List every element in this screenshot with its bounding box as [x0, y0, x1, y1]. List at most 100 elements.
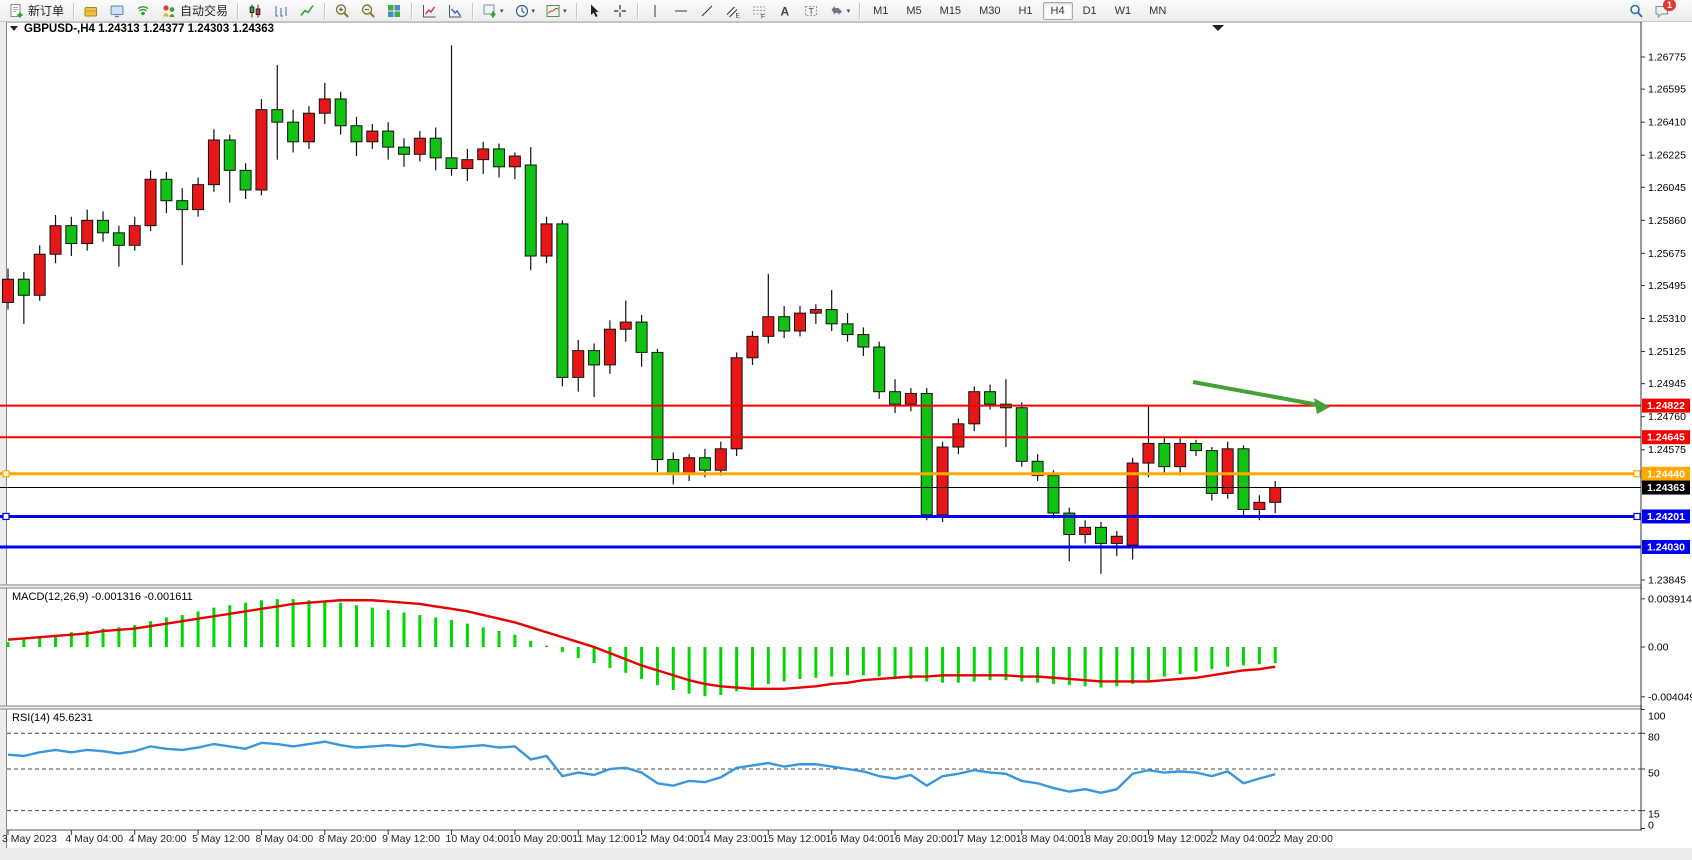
candle-body[interactable] — [193, 185, 204, 210]
timeframe-h1-button[interactable]: H1 — [1010, 2, 1040, 20]
candle-body[interactable] — [699, 458, 710, 470]
candle-body[interactable] — [145, 179, 156, 225]
new-order-button[interactable]: 新订单 — [5, 0, 68, 22]
candle-body[interactable] — [905, 393, 916, 404]
candle-body[interactable] — [1238, 449, 1249, 510]
fibonacci-tool-button[interactable]: F — [747, 0, 771, 22]
chevron-down-icon[interactable]: ▾ — [563, 7, 567, 15]
candle-body[interactable] — [224, 140, 235, 170]
candle-body[interactable] — [399, 147, 410, 154]
candle-body[interactable] — [1206, 451, 1217, 494]
chart-window[interactable]: 1.267751.265951.264101.262251.260451.258… — [0, 22, 1692, 860]
candle-body[interactable] — [1080, 527, 1091, 534]
candle-body[interactable] — [826, 310, 837, 324]
tile-windows-button[interactable] — [382, 0, 406, 22]
candle-body[interactable] — [1048, 476, 1059, 513]
candle-body[interactable] — [288, 122, 299, 142]
candle-body[interactable] — [82, 220, 93, 243]
candle-body[interactable] — [414, 138, 425, 154]
chevron-down-icon[interactable]: ▾ — [500, 7, 504, 15]
line-view-button[interactable] — [295, 0, 319, 22]
candle-body[interactable] — [604, 329, 615, 365]
templates-button[interactable]: ▾ — [541, 0, 571, 22]
candle-body[interactable] — [272, 110, 283, 122]
trendline-tool-button[interactable] — [695, 0, 719, 22]
timeframe-w1-button[interactable]: W1 — [1107, 2, 1140, 20]
candle-body[interactable] — [985, 392, 996, 404]
candle-body[interactable] — [921, 393, 932, 514]
candle-body[interactable] — [858, 335, 869, 347]
candle-body[interactable] — [129, 226, 140, 246]
line-handle[interactable] — [1634, 471, 1640, 477]
candle-body[interactable] — [1143, 443, 1154, 463]
periods-button[interactable]: ▾ — [510, 0, 540, 22]
candle-body[interactable] — [842, 324, 853, 335]
candle-body[interactable] — [50, 226, 61, 255]
candle-body[interactable] — [731, 358, 742, 449]
candle-body[interactable] — [462, 160, 473, 169]
candle-body[interactable] — [1159, 443, 1170, 466]
candle-body[interactable] — [573, 351, 584, 378]
candle-body[interactable] — [161, 179, 172, 200]
candle-view-button[interactable] — [243, 0, 267, 22]
candle-body[interactable] — [1222, 449, 1233, 494]
text-tool-button[interactable]: A — [773, 0, 797, 22]
hline-tool-button[interactable] — [669, 0, 693, 22]
candle-body[interactable] — [620, 322, 631, 329]
candle-body[interactable] — [256, 110, 267, 190]
candle-body[interactable] — [715, 449, 726, 470]
candle-body[interactable] — [636, 322, 647, 352]
candle-body[interactable] — [1254, 502, 1265, 509]
line-handle[interactable] — [3, 471, 9, 477]
line-handle[interactable] — [1634, 513, 1640, 519]
add-indicator-button[interactable]: ▾ — [478, 0, 508, 22]
candle-body[interactable] — [494, 149, 505, 167]
vline-tool-button[interactable] — [643, 0, 667, 22]
candle-body[interactable] — [541, 224, 552, 256]
channel-tool-button[interactable]: E — [721, 0, 745, 22]
candle-body[interactable] — [351, 126, 362, 142]
candle-body[interactable] — [763, 317, 774, 337]
label-tool-button[interactable]: T — [799, 0, 823, 22]
candle-body[interactable] — [177, 201, 188, 210]
candle-body[interactable] — [319, 99, 330, 113]
candle-body[interactable] — [18, 279, 29, 295]
chevron-down-icon[interactable]: ▾ — [847, 7, 851, 15]
line-handle[interactable] — [3, 513, 9, 519]
candle-body[interactable] — [1016, 408, 1027, 462]
candle-body[interactable] — [874, 347, 885, 392]
chart-window-up-button[interactable] — [417, 0, 441, 22]
candle-body[interactable] — [589, 351, 600, 365]
candle-body[interactable] — [953, 424, 964, 447]
chart-window-down-button[interactable] — [443, 0, 467, 22]
chevron-down-icon[interactable]: ▾ — [532, 7, 536, 15]
deposit-button[interactable] — [79, 0, 103, 22]
candle-body[interactable] — [1127, 463, 1138, 545]
candle-body[interactable] — [557, 224, 568, 378]
candle-body[interactable] — [98, 220, 109, 232]
candle-body[interactable] — [779, 317, 790, 331]
timeframe-d1-button[interactable]: D1 — [1075, 2, 1105, 20]
candle-body[interactable] — [1095, 527, 1106, 543]
candle-body[interactable] — [335, 99, 346, 126]
candle-body[interactable] — [208, 140, 219, 185]
crosshair-tool-button[interactable] — [608, 0, 632, 22]
candle-body[interactable] — [478, 149, 489, 160]
zoom-out-button[interactable] — [356, 0, 380, 22]
candle-body[interactable] — [383, 131, 394, 147]
candle-body[interactable] — [1270, 488, 1281, 503]
candle-body[interactable] — [684, 458, 695, 474]
candle-body[interactable] — [303, 113, 314, 142]
candle-body[interactable] — [810, 310, 821, 314]
candle-body[interactable] — [1191, 443, 1202, 450]
shapes-tool-button[interactable]: ▾ — [825, 0, 855, 22]
candle-body[interactable] — [34, 254, 45, 295]
timeframe-mn-button[interactable]: MN — [1141, 2, 1174, 20]
timeframe-h4-button[interactable]: H4 — [1043, 2, 1073, 20]
candle-body[interactable] — [1175, 443, 1186, 466]
cursor-tool-button[interactable] — [582, 0, 606, 22]
candle-body[interactable] — [3, 279, 14, 302]
candle-body[interactable] — [937, 447, 948, 515]
timeframe-m15-button[interactable]: M15 — [932, 2, 969, 20]
candle-body[interactable] — [890, 392, 901, 404]
